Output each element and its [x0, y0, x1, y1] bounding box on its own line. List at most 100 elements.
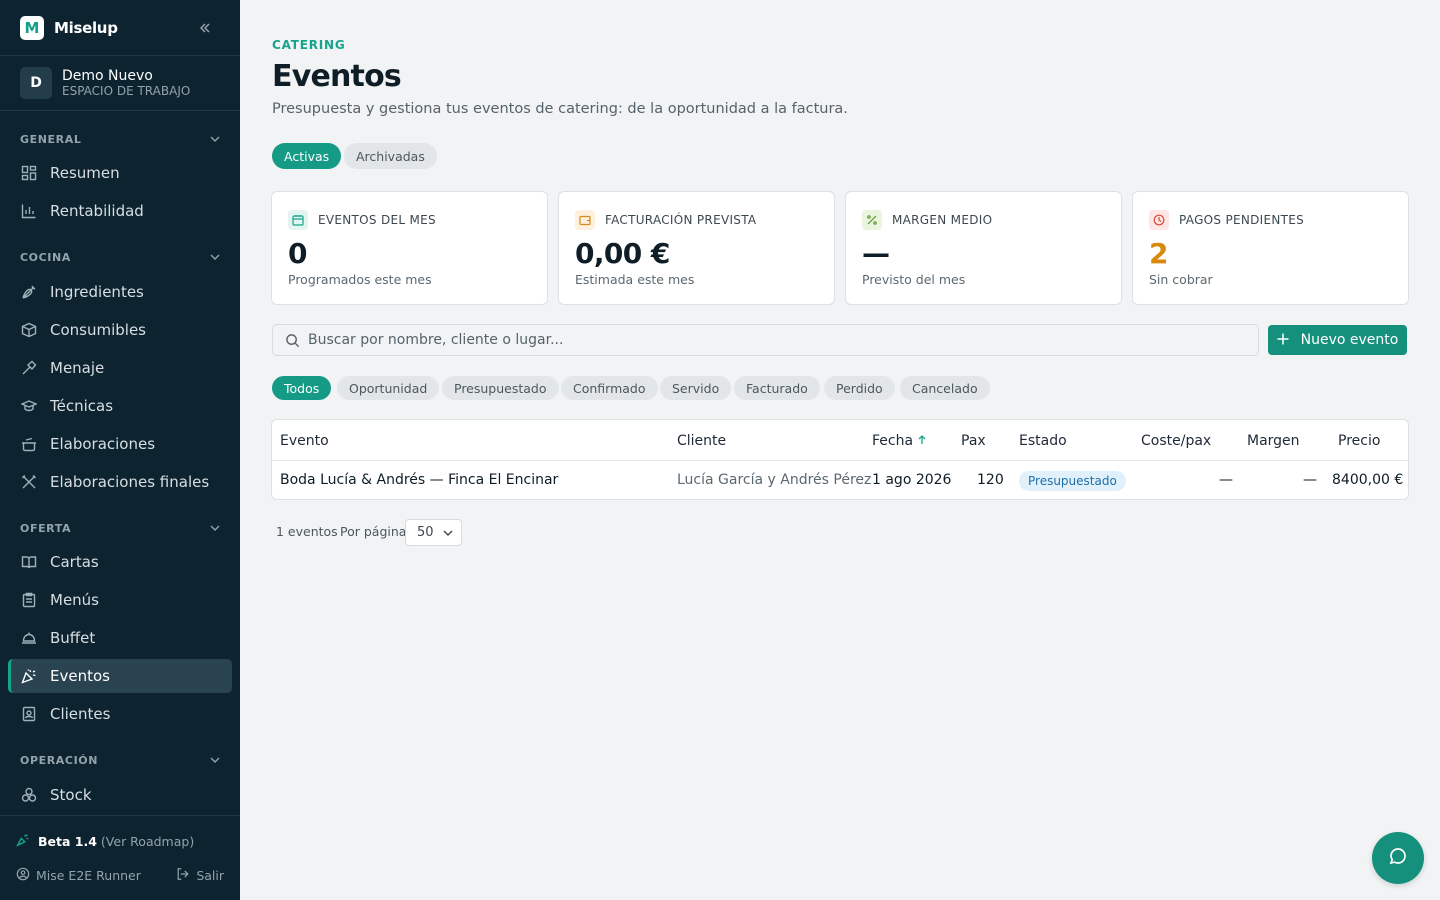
kpi-title: FACTURACIÓN PREVISTA [605, 213, 757, 227]
user-name: Mise E2E Runner [36, 868, 141, 883]
beta-info: Beta 1.4 (Ver Roadmap) [16, 833, 194, 850]
filter-facturado[interactable]: Facturado [734, 376, 820, 400]
workspace-switcher[interactable]: D Demo Nuevo ESPACIO DE TRABAJO [20, 67, 190, 99]
filter-perdido[interactable]: Perdido [824, 376, 895, 400]
kpi-caption: Previsto del mes [862, 272, 966, 287]
sidebar-item-rentabilidad[interactable]: Rentabilidad [8, 194, 232, 228]
kpi-card-facturacion: FACTURACIÓN PREVISTA 0,00 € Estimada est… [558, 191, 835, 305]
new-event-button[interactable]: Nuevo evento [1268, 325, 1407, 355]
section-title: COCINA [20, 250, 71, 264]
sidebar-item-label: Resumen [50, 164, 120, 182]
tab-archivadas[interactable]: Archivadas [344, 143, 437, 169]
brand-logo: M [20, 16, 44, 40]
column-header-evento[interactable]: Evento [280, 433, 329, 449]
sidebar-item-label: Elaboraciones [50, 435, 156, 453]
clipboard-icon [20, 591, 38, 609]
sidebar-item-label: Menaje [50, 359, 105, 377]
sidebar-item-label: Eventos [50, 667, 110, 685]
events-table: Evento Cliente Fecha Pax Estado Coste/pa… [271, 419, 1409, 500]
chat-button[interactable] [1372, 832, 1424, 884]
cell-precio: 8400,00 € [1332, 472, 1404, 488]
sidebar-item-label: Clientes [50, 705, 111, 723]
sidebar-item-menus[interactable]: Menús [8, 583, 232, 617]
kpi-card-margen: MARGEN MEDIO — Previsto del mes [845, 191, 1122, 305]
workspace-avatar: D [20, 67, 52, 99]
chevron-down-icon [210, 755, 220, 766]
chat-bubble-icon [1388, 846, 1408, 870]
collapse-sidebar-icon[interactable] [196, 19, 214, 37]
search-box [272, 324, 1259, 356]
column-header-precio[interactable]: Precio [1338, 433, 1380, 449]
logout-icon [176, 867, 190, 884]
sidebar-item-label: Menús [50, 591, 99, 609]
section-oferta[interactable]: OFERTA [20, 520, 220, 536]
kpi-caption: Sin cobrar [1149, 272, 1213, 287]
divider [0, 110, 240, 111]
sidebar-item-menaje[interactable]: Menaje [8, 351, 232, 385]
section-general[interactable]: GENERAL [20, 131, 220, 147]
user-circle-icon [16, 867, 30, 884]
section-operacion[interactable]: OPERACIÓN [20, 752, 220, 768]
cell-evento[interactable]: Boda Lucía & Andrés — Finca El Encinar [280, 472, 558, 488]
tab-activas[interactable]: Activas [272, 143, 342, 169]
search-icon [285, 333, 300, 348]
result-count: 1 eventos [276, 524, 338, 539]
column-header-coste-pax[interactable]: Coste/pax [1141, 433, 1211, 449]
page-eyebrow: CATERING [272, 38, 346, 52]
sidebar-item-buffet[interactable]: Buffet [8, 621, 232, 655]
filter-servido[interactable]: Servido [660, 376, 732, 400]
sidebar-item-cartas[interactable]: Cartas [8, 545, 232, 579]
filter-cancelado[interactable]: Cancelado [900, 376, 990, 400]
filter-confirmado[interactable]: Confirmado [561, 376, 658, 400]
chevron-down-icon [210, 252, 220, 263]
party-popper-icon [20, 667, 38, 685]
column-header-label: Fecha [872, 433, 914, 449]
sidebar-item-resumen[interactable]: Resumen [8, 156, 232, 190]
sidebar-item-stock[interactable]: Stock [8, 778, 232, 812]
cell-margen: — [1303, 472, 1317, 488]
cell-fecha: 1 ago 2026 [872, 472, 952, 488]
sidebar: M Miselup D Demo Nuevo ESPACIO DE TRABAJ… [0, 0, 240, 900]
column-header-margen[interactable]: Margen [1247, 433, 1300, 449]
kpi-title: MARGEN MEDIO [892, 213, 993, 227]
per-page-value: 50 [417, 525, 434, 540]
cloche-icon [20, 629, 38, 647]
percent-icon [862, 210, 882, 230]
filter-todos[interactable]: Todos [272, 376, 332, 400]
sidebar-item-clientes[interactable]: Clientes [8, 697, 232, 731]
sidebar-item-eventos[interactable]: Eventos [8, 659, 232, 693]
kpi-title: EVENTOS DEL MES [318, 213, 436, 227]
filter-presupuestado[interactable]: Presupuestado [442, 376, 559, 400]
sidebar-item-consumibles[interactable]: Consumibles [8, 313, 232, 347]
kpi-caption: Programados este mes [288, 272, 432, 287]
sidebar-item-ingredientes[interactable]: Ingredientes [8, 275, 232, 309]
roadmap-link[interactable]: (Ver Roadmap) [101, 834, 194, 849]
new-event-label: Nuevo evento [1300, 332, 1399, 348]
column-header-pax[interactable]: Pax [961, 433, 986, 449]
section-title: OFERTA [20, 521, 72, 535]
user-menu[interactable]: Mise E2E Runner [16, 867, 141, 884]
workspace-label: ESPACIO DE TRABAJO [62, 83, 191, 98]
package-icon [20, 321, 38, 339]
chevron-down-icon [210, 134, 220, 145]
logout-button[interactable]: Salir [176, 867, 224, 884]
filter-oportunidad[interactable]: Oportunidad [337, 376, 440, 400]
sidebar-item-elaboraciones[interactable]: Elaboraciones [8, 427, 232, 461]
sidebar-item-label: Stock [50, 786, 92, 804]
boxes-icon [20, 786, 38, 804]
sidebar-item-label: Rentabilidad [50, 202, 144, 220]
brand-name: Miselup [54, 19, 118, 37]
grid-icon [20, 164, 38, 182]
sidebar-item-elaboraciones-finales[interactable]: Elaboraciones finales [8, 465, 232, 499]
search-input[interactable] [308, 332, 1208, 348]
per-page-select[interactable]: 50 [405, 519, 462, 546]
tools-icon [20, 359, 38, 377]
column-header-cliente[interactable]: Cliente [677, 433, 726, 449]
kpi-title: PAGOS PENDIENTES [1179, 213, 1305, 227]
column-header-estado[interactable]: Estado [1019, 433, 1067, 449]
section-cocina[interactable]: COCINA [20, 249, 220, 265]
column-header-fecha[interactable]: Fecha [872, 433, 927, 449]
sidebar-item-tecnicas[interactable]: Técnicas [8, 389, 232, 423]
kpi-card-eventos-mes: EVENTOS DEL MES 0 Programados este mes [271, 191, 548, 305]
brand[interactable]: M Miselup [20, 16, 220, 40]
